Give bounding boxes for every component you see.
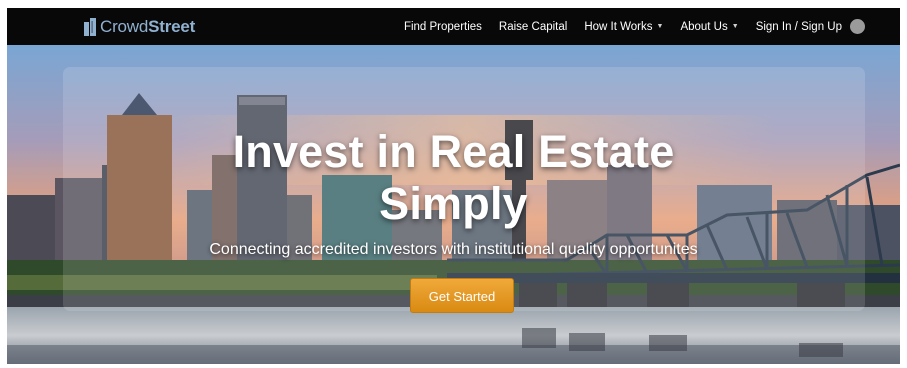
nav-links: Find Properties Raise Capital How It Wor… bbox=[387, 8, 864, 45]
hero-subheadline: Connecting accredited investors with ins… bbox=[209, 241, 698, 258]
chevron-down-icon: ▼ bbox=[656, 23, 664, 30]
browser-viewport: CrowdStreet Find Properties Raise Capita… bbox=[7, 8, 900, 364]
nav-how-it-works-label: How It Works bbox=[584, 20, 653, 33]
crowdstreet-logo[interactable]: CrowdStreet bbox=[83, 16, 195, 38]
chevron-down-icon: ▼ bbox=[731, 23, 739, 30]
get-started-button[interactable]: Get Started bbox=[410, 278, 514, 313]
hero-headline-line1: Invest in Real Estate bbox=[232, 126, 675, 177]
nav-sign-in-label: Sign In / Sign Up bbox=[755, 20, 842, 33]
user-avatar-icon[interactable] bbox=[850, 19, 865, 34]
nav-about-us[interactable]: About Us ▼ bbox=[680, 21, 738, 33]
nav-sign-in[interactable]: Sign In / Sign Up bbox=[756, 21, 842, 33]
logo-text-crowd: Crowd bbox=[100, 17, 149, 36]
hero-headline-line2: Simply bbox=[379, 178, 528, 229]
nav-raise-capital-label: Raise Capital bbox=[498, 20, 568, 33]
nav-how-it-works[interactable]: How It Works ▼ bbox=[584, 21, 663, 33]
top-navbar: CrowdStreet Find Properties Raise Capita… bbox=[7, 8, 900, 45]
nav-about-us-label: About Us bbox=[680, 20, 728, 33]
nav-raise-capital[interactable]: Raise Capital bbox=[499, 21, 567, 33]
nav-find-properties[interactable]: Find Properties bbox=[404, 21, 482, 33]
logo-text-street: Street bbox=[148, 17, 196, 36]
building-logo-icon bbox=[84, 18, 96, 36]
hero-section: Invest in Real Estate Simply Connecting … bbox=[7, 45, 900, 364]
nav-find-properties-label: Find Properties bbox=[403, 20, 482, 33]
